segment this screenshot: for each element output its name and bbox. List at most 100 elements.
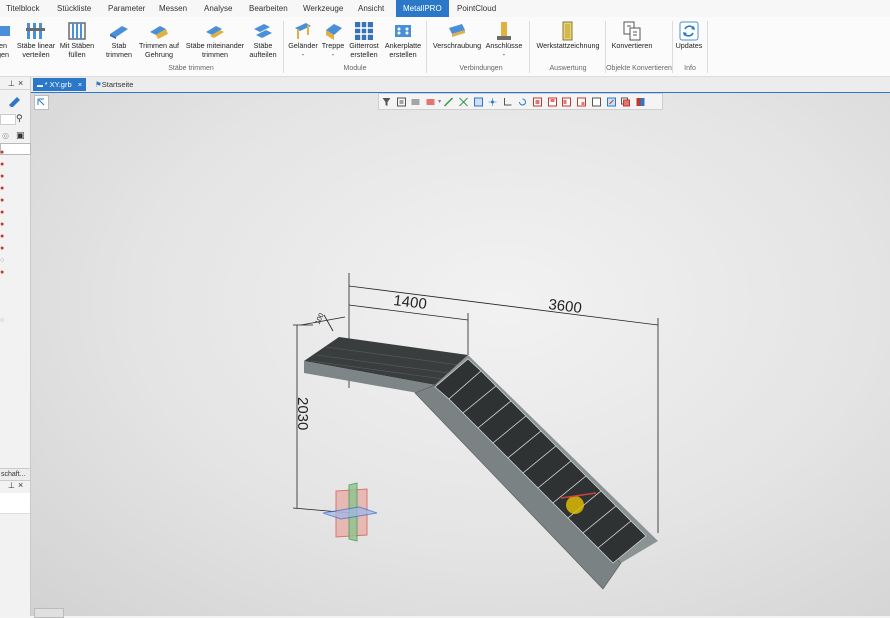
fill-bars-icon [68, 22, 86, 40]
tab-titelblock[interactable]: Titelblock [6, 0, 40, 17]
left-panel: ⊥ × ⚲ ◎ ▣ ● ● ● ● ● ● ● ● ● ○ ● ○ schaft... ⊥ × [0, 77, 31, 616]
group-label-module: Module [343, 65, 367, 72]
ribbon-button-label: Updates [675, 41, 703, 50]
view-iso-icon[interactable] [576, 97, 587, 107]
view-back-icon[interactable] [591, 97, 602, 107]
close-icon[interactable]: × [18, 480, 23, 490]
close-icon[interactable]: × [18, 78, 23, 88]
stair-icon [326, 24, 342, 40]
snap-icon[interactable] [443, 96, 454, 107]
ribbon-button-label: Anschlüsse - [485, 41, 523, 59]
color-swatch-icon[interactable] [425, 97, 436, 107]
railing-icon [295, 23, 311, 39]
connections-button[interactable]: Anschlüsse - [484, 17, 524, 65]
stair-button[interactable]: Treppe - [320, 17, 346, 65]
ribbon-button-label: Stäbe aufteilen [249, 41, 277, 59]
eye-icon[interactable]: ◎ [2, 131, 9, 140]
bolting-button[interactable]: Verschraubung [430, 17, 484, 65]
tab-messen[interactable]: Messen [159, 0, 187, 17]
tab-ansicht[interactable]: Ansicht [358, 0, 384, 17]
render-icon[interactable] [635, 97, 646, 107]
ribbon-separator [283, 21, 284, 73]
railing-button[interactable]: Geländer - [286, 17, 320, 65]
search-icon[interactable]: ⚲ [16, 113, 23, 124]
filter-icon[interactable] [381, 97, 392, 107]
cursor-highlight [566, 496, 584, 514]
ribbon-button-label: Stäbe miteinander trimmen [185, 41, 245, 59]
anchor-plate-button[interactable]: Ankerplatte erstellen [382, 17, 424, 65]
pin-icon[interactable]: ⊥ [8, 481, 15, 490]
point-icon[interactable] [487, 97, 498, 107]
view-side-icon[interactable] [561, 97, 572, 107]
layers-icon[interactable]: ▣ [16, 130, 25, 141]
properties-panel-title: schaft... [1, 471, 26, 478]
ribbon-button-label: Stäbe linear verteilen [16, 41, 56, 59]
rotate-icon[interactable] [517, 97, 528, 107]
tab-pointcloud[interactable]: PointCloud [457, 0, 496, 17]
ribbon-separator [672, 21, 673, 73]
doctab-startseite[interactable]: ⚑Startseite [91, 78, 137, 91]
distribute-bars-button[interactable]: Stäbe linear verteilen [16, 17, 56, 65]
origin-gizmo [322, 482, 378, 542]
close-icon[interactable]: × [78, 80, 82, 89]
tab-analyse[interactable]: Analyse [204, 0, 232, 17]
split-bars-icon [254, 24, 272, 38]
properties-content [0, 493, 30, 514]
view-front-icon[interactable] [532, 97, 543, 107]
dimension-1400: 1400 [393, 292, 428, 313]
snap-off-icon[interactable] [458, 97, 469, 107]
ribbon-button-label: Verschraubung [432, 41, 482, 50]
filter-dropdown[interactable] [0, 114, 16, 125]
select-filter-icon[interactable] [396, 97, 407, 107]
ribbon-button-label: en gen [0, 41, 9, 59]
ribbon-button-label: Geländer - [288, 41, 318, 59]
properties-panel-header: schaft... [0, 468, 30, 481]
properties-panel-controls: ⊥ × [0, 480, 30, 491]
view-top-icon[interactable] [547, 97, 558, 107]
tab-metallpro[interactable]: MetallPRO [396, 0, 449, 17]
pen-icon[interactable] [7, 95, 23, 107]
doctab-label: * XY.grb [44, 80, 72, 89]
panel-header: ⊥ × [0, 78, 30, 90]
layer-filter-icon[interactable] [410, 97, 421, 107]
view-shaded-icon[interactable] [606, 97, 617, 107]
tab-parameter[interactable]: Parameter [108, 0, 145, 17]
tree-selected-item[interactable] [0, 143, 31, 155]
copy-view-icon[interactable] [620, 97, 631, 107]
updates-button[interactable]: Updates [674, 17, 704, 65]
connections-icon [497, 22, 511, 40]
ribbon-button-label: Konvertieren [611, 41, 653, 50]
split-bars-button[interactable]: Stäbe aufteilen [246, 17, 280, 65]
group-label-info: Info [684, 65, 696, 72]
3d-viewport[interactable]: 1400 3600 2030 100 [31, 93, 890, 616]
status-panel-toggle[interactable] [34, 608, 64, 618]
grating-button[interactable]: Gitterrost erstellen [346, 17, 382, 65]
tab-werkzeuge[interactable]: Werkzeuge [303, 0, 343, 17]
pin-icon[interactable]: ⊥ [8, 79, 15, 88]
doc-icon: ▬ [37, 83, 45, 89]
dropdown-arrow-icon[interactable]: ▾ [438, 98, 441, 105]
view-toolbar: ▾ [378, 93, 663, 110]
axis-icon[interactable] [502, 97, 513, 107]
trim-bars-together-button[interactable]: Stäbe miteinander trimmen [184, 17, 246, 65]
group-label-objekte-konvertieren: Objekte Konvertieren [606, 65, 672, 72]
ribbon-button-partial[interactable]: en gen [0, 17, 12, 65]
tab-bearbeiten[interactable]: Bearbeiten [249, 0, 288, 17]
miter-trim-button[interactable]: Trimmen auf Gehrung [136, 17, 182, 65]
trim-bar-button[interactable]: Stab trimmen [101, 17, 137, 65]
fill-bars-button[interactable]: Mit Stäben füllen [57, 17, 97, 65]
group-label-auswertung: Auswertung [549, 65, 587, 72]
trim-bar-icon [110, 26, 128, 39]
group-label-staebe-trimmen: Stäbe trimmen [168, 65, 214, 72]
frame-icon[interactable] [473, 97, 484, 107]
miter-trim-icon [150, 26, 168, 39]
dimension-2030: 2030 [294, 397, 311, 430]
doctab-label: Startseite [101, 80, 134, 89]
convert-button[interactable]: Konvertieren [608, 17, 656, 65]
shop-drawing-button[interactable]: Werkstattzeichnung [533, 17, 603, 65]
doctab-xy[interactable]: ▬ * XY.grb × [33, 78, 87, 91]
tab-stueckliste[interactable]: Stückliste [57, 0, 91, 17]
distribute-bars-icon [26, 23, 45, 39]
tree-item-markers: ● ● ● ● ● ● ● ● ● ○ ● ○ [0, 149, 5, 324]
stair-steps [434, 358, 647, 564]
